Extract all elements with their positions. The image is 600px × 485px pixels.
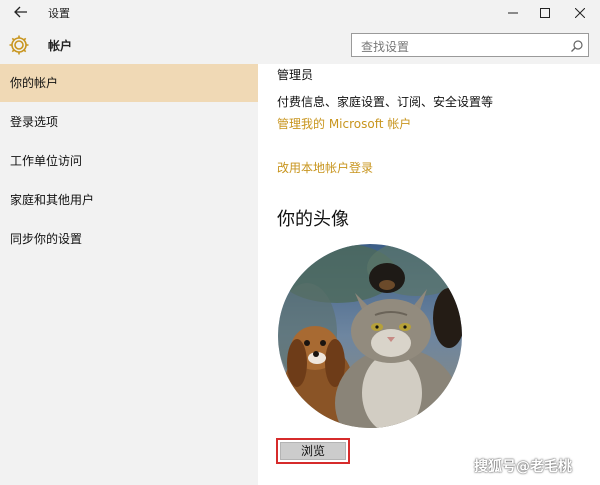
- title-bar: 设置: [0, 0, 600, 26]
- sidebar-item-family-other-users[interactable]: 家庭和其他用户: [0, 181, 258, 219]
- window-title: 设置: [48, 7, 70, 20]
- sidebar-item-sync-settings[interactable]: 同步你的设置: [0, 220, 258, 258]
- account-role: 管理员: [277, 68, 314, 82]
- close-icon[interactable]: [563, 0, 597, 26]
- gear-icon: [8, 34, 30, 56]
- page-title: 帐户: [48, 39, 73, 53]
- back-arrow-icon[interactable]: [10, 3, 32, 23]
- account-info-text: 付费信息、家庭设置、订阅、安全设置等: [277, 95, 494, 109]
- manage-microsoft-account-link[interactable]: 管理我的 Microsoft 帐户: [277, 115, 411, 132]
- browse-button[interactable]: 浏览: [280, 442, 346, 460]
- maximize-icon[interactable]: [528, 0, 562, 26]
- sidebar-item-sign-in-options[interactable]: 登录选项: [0, 103, 258, 141]
- avatar: [277, 243, 463, 429]
- search-placeholder: 查找设置: [361, 40, 410, 54]
- switch-local-account-link[interactable]: 改用本地帐户登录: [277, 159, 373, 176]
- main-content: 管理员 付费信息、家庭设置、订阅、安全设置等 管理我的 Microsoft 帐户…: [258, 64, 600, 485]
- sidebar-item-your-account[interactable]: 你的帐户: [0, 64, 258, 102]
- search-input[interactable]: 查找设置: [351, 33, 589, 57]
- sidebar-item-work-access[interactable]: 工作单位访问: [0, 142, 258, 180]
- sidebar: 你的帐户 登录选项 工作单位访问 家庭和其他用户 同步你的设置: [0, 64, 258, 485]
- search-icon[interactable]: [570, 38, 584, 52]
- settings-header: 帐户 查找设置: [0, 26, 600, 64]
- browse-button-highlight[interactable]: 浏览: [276, 438, 350, 464]
- minimize-icon[interactable]: [496, 0, 530, 26]
- watermark-text: 搜狐号@老毛桃: [474, 459, 572, 475]
- avatar-section-title: 你的头像: [277, 209, 349, 230]
